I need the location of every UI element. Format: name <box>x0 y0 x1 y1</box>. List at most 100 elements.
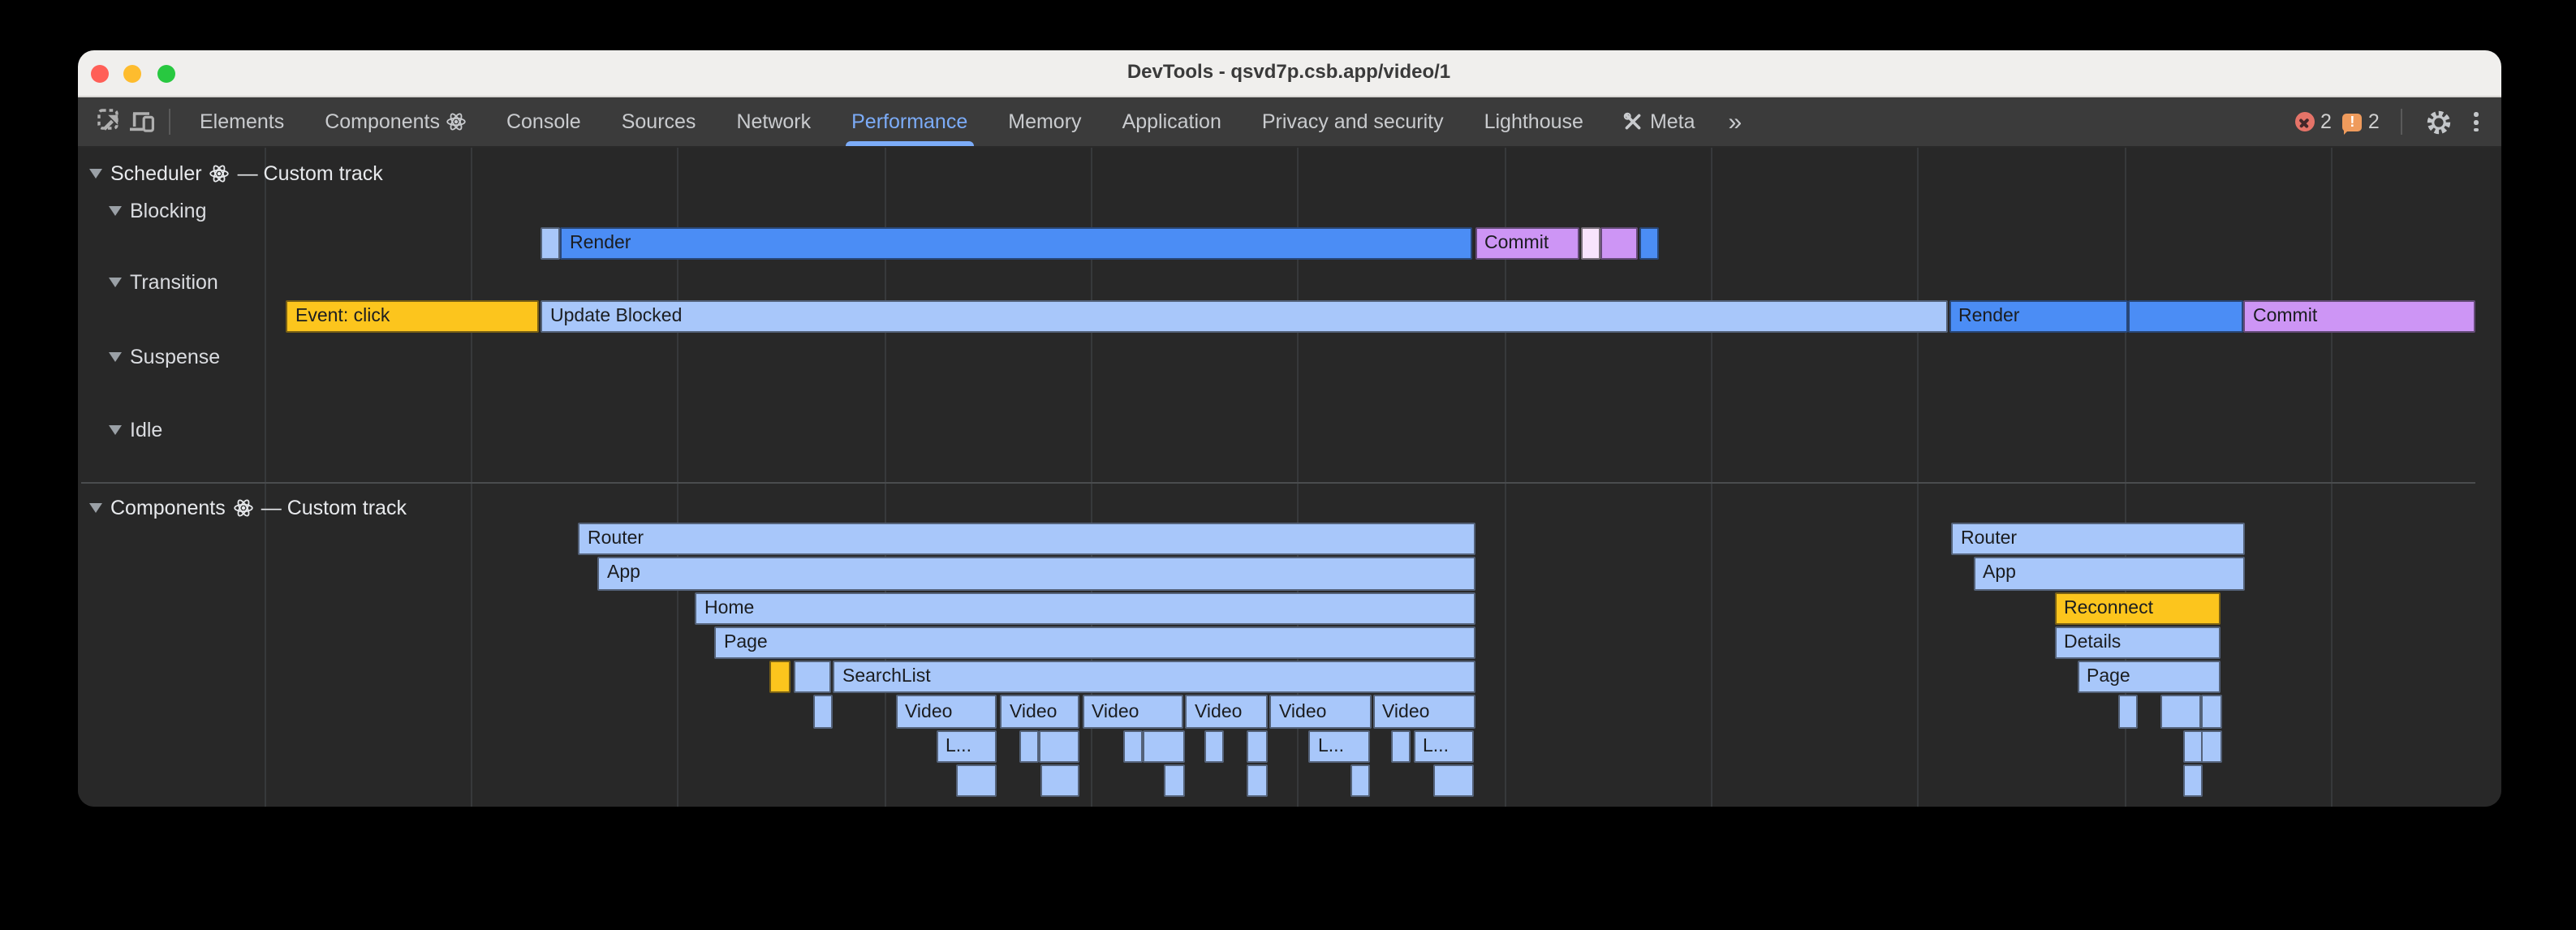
performance-timeline: Scheduler — Custom track Blocking Transiti… <box>77 149 2501 807</box>
track-suffix: — Custom track <box>238 163 383 186</box>
react-atom-icon <box>234 499 253 519</box>
toolbar-separator <box>168 110 170 136</box>
flame-bar[interactable] <box>956 764 997 798</box>
track-suffix: — Custom track <box>261 497 407 520</box>
flame-bar[interactable] <box>1143 730 1184 764</box>
tab-performance[interactable]: Performance <box>831 97 988 147</box>
flame-bar-searchlist[interactable]: SearchList <box>833 661 1475 694</box>
collapse-triangle-icon <box>89 504 102 514</box>
flame-bar[interactable] <box>1040 764 1079 798</box>
window-title: DevTools - qsvd7p.csb.app/video/1 <box>77 51 2501 97</box>
gridline <box>1711 149 1712 807</box>
flame-bar[interactable] <box>1123 730 1143 764</box>
flame-bar[interactable] <box>1019 730 1038 764</box>
tools-icon <box>1624 113 1643 132</box>
flame-bar-video[interactable]: Video <box>1269 695 1371 729</box>
flame-bar[interactable] <box>541 227 560 260</box>
warning-badge[interactable]: ! 2 <box>2343 111 2380 134</box>
inspect-element-icon[interactable] <box>93 106 126 139</box>
flame-bar[interactable] <box>2183 764 2203 798</box>
flame-bar[interactable] <box>2118 695 2138 729</box>
flame-bar-router[interactable]: Router <box>1951 523 2244 556</box>
tab-application[interactable]: Application <box>1102 97 1242 147</box>
flame-bar-render[interactable]: Render <box>1949 300 2127 333</box>
track-header-scheduler[interactable]: Scheduler — Custom track <box>89 164 383 185</box>
flame-bar-l[interactable]: L... <box>1413 730 1474 764</box>
tab-label: Elements <box>200 111 284 134</box>
flame-bar-page[interactable]: Page <box>2077 661 2221 694</box>
flame-bar-app[interactable]: App <box>597 558 1475 591</box>
more-tabs-chevron[interactable]: » <box>1716 109 1755 136</box>
flame-bar-home[interactable]: Home <box>695 592 1475 625</box>
flame-bar-video[interactable]: Video <box>895 695 996 729</box>
tab-network[interactable]: Network <box>716 97 831 147</box>
flame-bar[interactable] <box>2128 300 2242 333</box>
flame-bar-video[interactable]: Video <box>1372 695 1475 729</box>
flame-bar-page[interactable]: Page <box>714 626 1475 660</box>
tab-console[interactable]: Console <box>486 97 601 147</box>
flame-bar-router[interactable]: Router <box>578 523 1475 556</box>
tab-label: Lighthouse <box>1484 111 1583 134</box>
kebab-menu-icon[interactable] <box>2467 113 2484 132</box>
flame-bar[interactable] <box>793 661 830 694</box>
flame-bar-video[interactable]: Video <box>1000 695 1079 729</box>
collapse-triangle-icon <box>109 424 122 434</box>
gridline <box>265 149 266 807</box>
flame-bar[interactable] <box>1350 764 1369 798</box>
flame-bar[interactable] <box>2183 730 2203 764</box>
tab-label: Sources <box>622 111 696 134</box>
flame-bar-render[interactable]: Render <box>560 227 1472 260</box>
flame-bar[interactable] <box>1639 227 1658 260</box>
gridline <box>1917 149 1919 807</box>
flame-bar[interactable] <box>1038 730 1079 764</box>
flame-bar-details[interactable]: Details <box>2054 626 2221 660</box>
tab-meta[interactable]: Meta <box>1604 97 1716 147</box>
toolbar-right-cluster: 2 ! 2 <box>2294 106 2484 139</box>
lane-label-transition[interactable]: Transition <box>109 273 218 294</box>
tab-label: Meta <box>1650 111 1695 134</box>
error-badge[interactable]: 2 <box>2294 111 2332 134</box>
flame-bar[interactable] <box>1432 764 1474 798</box>
lane-label-suspense[interactable]: Suspense <box>109 347 220 368</box>
settings-gear-icon[interactable] <box>2423 106 2456 139</box>
flame-bar[interactable] <box>769 661 790 694</box>
flame-bar-update-blocked[interactable]: Update Blocked <box>541 300 1947 333</box>
flame-bar[interactable] <box>1164 764 1184 798</box>
flame-bar[interactable] <box>1247 764 1267 798</box>
tab-elements[interactable]: Elements <box>179 97 304 147</box>
error-count: 2 <box>2320 111 2332 134</box>
flame-bar-reconnect[interactable]: Reconnect <box>2054 592 2221 625</box>
flame-bar[interactable] <box>1391 730 1411 764</box>
error-icon <box>2294 113 2314 132</box>
flame-bar-l[interactable]: L... <box>1308 730 1369 764</box>
flame-bar-commit[interactable]: Commit <box>2243 300 2475 333</box>
track-title: Scheduler <box>110 163 202 186</box>
flame-bar-l[interactable]: L... <box>936 730 996 764</box>
flame-bar[interactable] <box>1580 227 1600 260</box>
tab-privacy-and-security[interactable]: Privacy and security <box>1242 97 1464 147</box>
screen: DevTools - qsvd7p.csb.app/video/1 E <box>0 0 2576 930</box>
flame-bar[interactable] <box>1600 227 1637 260</box>
flame-bar-video[interactable]: Video <box>1185 695 1267 729</box>
flame-bar-video[interactable]: Video <box>1082 695 1182 729</box>
flame-bar[interactable] <box>1247 730 1267 764</box>
collapse-triangle-icon <box>109 206 122 216</box>
tab-components[interactable]: Components <box>304 97 486 147</box>
device-toolbar-icon[interactable] <box>126 106 158 139</box>
tab-memory[interactable]: Memory <box>988 97 1101 147</box>
lane-label-blocking[interactable]: Blocking <box>109 200 207 222</box>
flame-bar[interactable] <box>2201 695 2221 729</box>
flame-bar-app[interactable]: App <box>1973 558 2244 591</box>
track-title: Components <box>110 497 226 520</box>
lane-label-idle[interactable]: Idle <box>109 419 162 440</box>
flame-bar[interactable] <box>812 695 832 729</box>
flame-bar[interactable] <box>1204 730 1223 764</box>
flame-bar-commit[interactable]: Commit <box>1475 227 1579 260</box>
toolbar-separator <box>2401 110 2402 136</box>
flame-bar[interactable] <box>2201 730 2221 764</box>
track-header-components[interactable]: Components — Custom track <box>89 498 407 519</box>
flame-bar[interactable] <box>2160 695 2200 729</box>
flame-bar-event-click[interactable]: Event: click <box>286 300 539 333</box>
tab-lighthouse[interactable]: Lighthouse <box>1464 97 1604 147</box>
tab-sources[interactable]: Sources <box>601 97 717 147</box>
